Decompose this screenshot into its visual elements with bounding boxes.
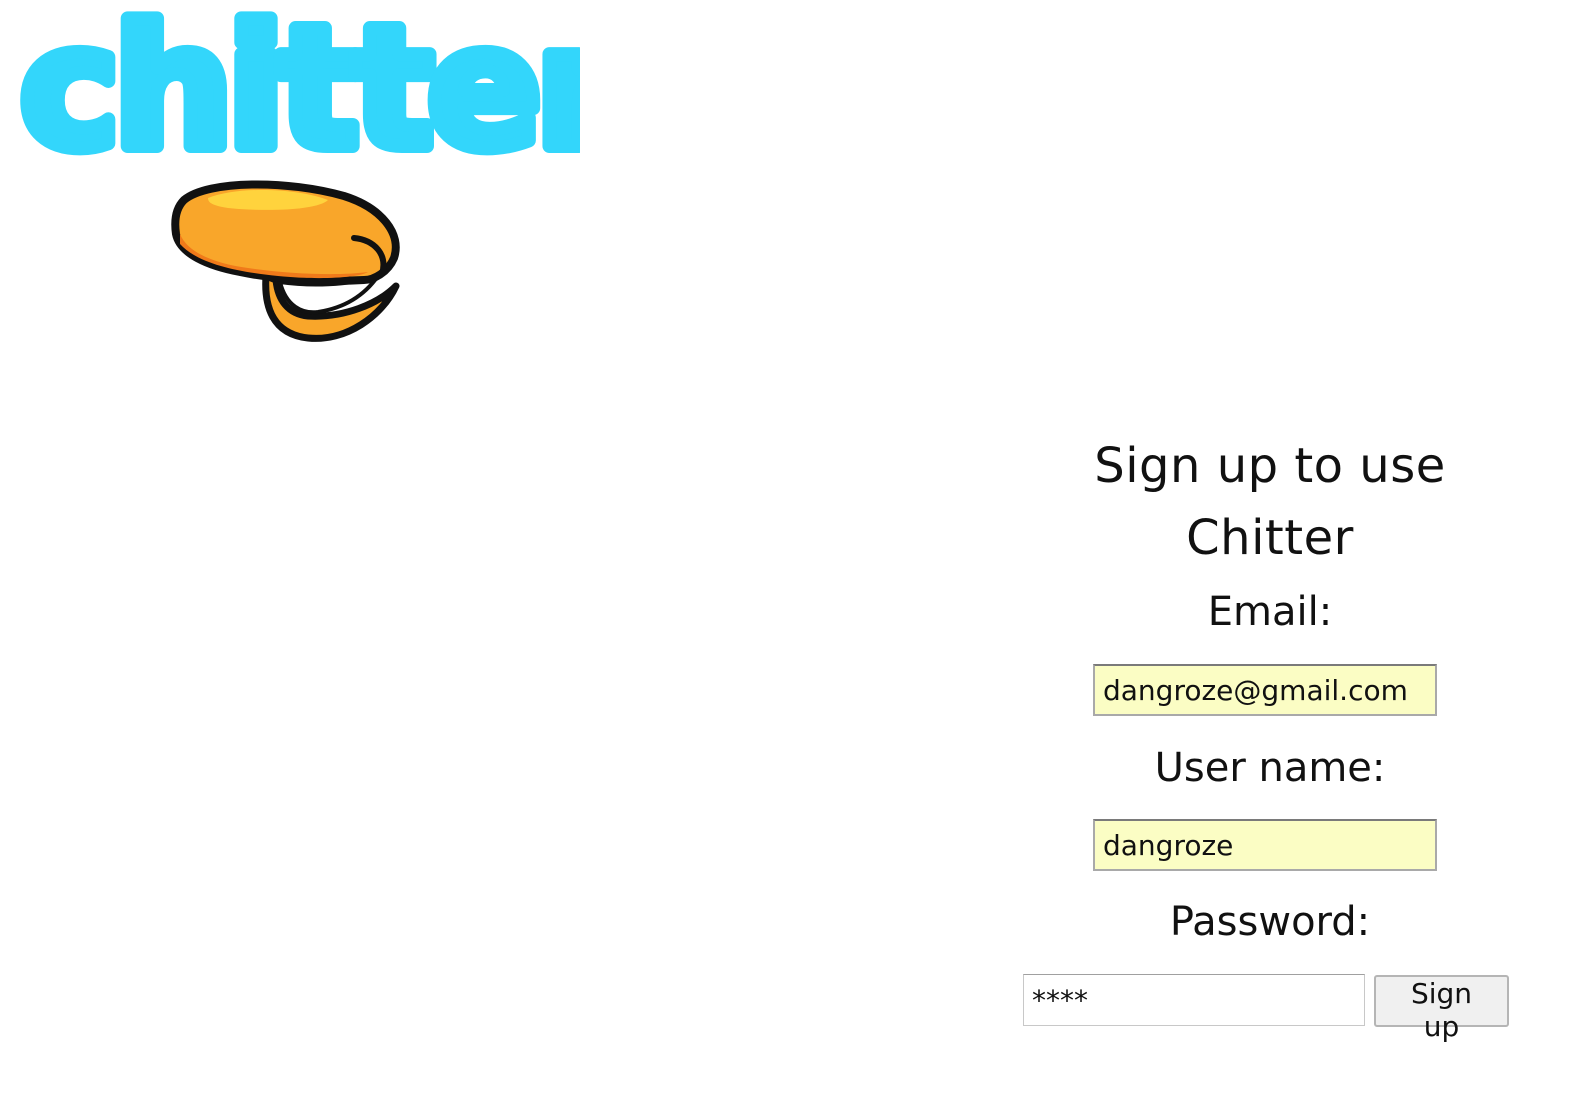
signup-button[interactable]: Sign up (1374, 975, 1509, 1043)
chitter-logo[interactable]: chitter (0, 0, 600, 360)
username-field[interactable] (1093, 819, 1437, 871)
beak-icon (171, 180, 400, 342)
password-field[interactable] (1023, 974, 1365, 1026)
chitter-wordmark-logo: chitter (20, 6, 580, 176)
signup-page: chitter Sign up to use Chitter Email: Us… (0, 0, 1586, 1100)
signup-title: Sign up to use Chitter (1094, 438, 1446, 566)
logo-wordmark-text: chitter (20, 6, 580, 176)
email-label: Email: (1207, 589, 1333, 635)
signup-form: Sign up to use Chitter Email: User name:… (1010, 430, 1530, 1043)
username-label: User name: (1154, 745, 1386, 791)
password-label: Password: (1169, 899, 1371, 945)
email-field[interactable] (1093, 664, 1437, 716)
